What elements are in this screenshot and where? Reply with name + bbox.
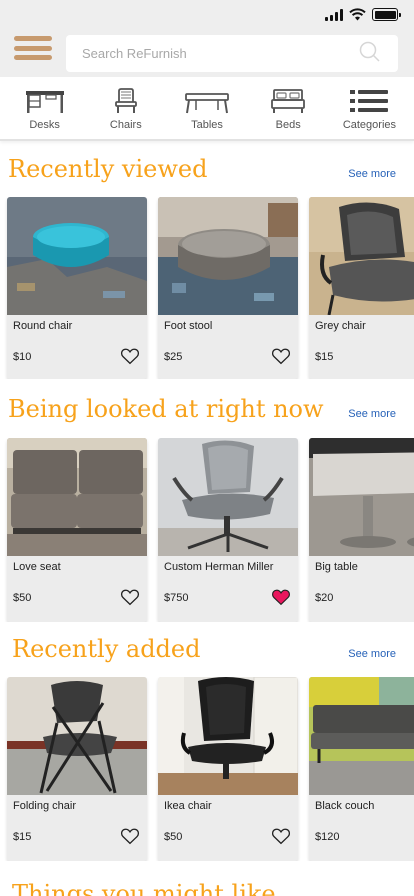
bed-icon — [271, 89, 306, 113]
heart-icon[interactable] — [271, 347, 291, 365]
product-photo — [309, 438, 414, 556]
product-photo — [158, 677, 298, 795]
cellular-signal-icon — [325, 8, 343, 21]
product-name: Foot stool — [164, 320, 213, 332]
product-name: Grey chair — [315, 320, 366, 332]
category-desks[interactable]: Desks — [4, 77, 85, 139]
product-card[interactable]: Foot stool $25 — [158, 197, 298, 379]
category-label: Categories — [342, 119, 397, 131]
chair-icon — [114, 88, 137, 113]
wifi-icon — [349, 8, 366, 21]
menu-icon[interactable] — [14, 36, 52, 60]
category-chairs[interactable]: Chairs — [85, 77, 166, 139]
product-name: Love seat — [13, 561, 61, 573]
see-more-link[interactable]: See more — [348, 168, 396, 180]
product-price: $50 — [13, 592, 32, 604]
product-price: $25 — [164, 351, 183, 363]
desk-icon — [25, 91, 64, 113]
section-title-things-you-might-like: Things you might like — [12, 880, 276, 896]
category-nav: Desks Chairs Tables Beds Categories — [0, 77, 414, 141]
section-title: Recently added — [12, 635, 201, 663]
product-price: $120 — [315, 831, 340, 843]
see-more-link[interactable]: See more — [348, 648, 396, 660]
product-card[interactable]: Ikea chair $50 — [158, 677, 298, 861]
table-icon — [185, 93, 229, 114]
product-name: Folding chair — [13, 800, 76, 812]
heart-icon[interactable] — [120, 827, 140, 845]
section-being-looked-at: Being looked at right now See more Love … — [0, 395, 414, 622]
product-price: $15 — [315, 351, 334, 363]
product-card[interactable]: Black couch $120 — [309, 677, 414, 861]
section-recently-viewed: Recently viewed See more Round chair $10 — [0, 155, 414, 379]
section-title: Recently viewed — [8, 155, 208, 183]
category-label: Tables — [191, 119, 223, 131]
product-card[interactable]: Big table $20 — [309, 438, 414, 622]
product-name: Custom Herman Miller — [164, 561, 274, 573]
category-label: Chairs — [109, 119, 142, 131]
category-beds[interactable]: Beds — [248, 77, 329, 139]
product-card[interactable]: Folding chair $15 — [7, 677, 147, 861]
heart-icon-filled[interactable] — [271, 588, 291, 606]
battery-icon — [372, 8, 401, 21]
status-bar — [0, 0, 414, 30]
product-photo — [309, 677, 414, 795]
product-photo — [7, 197, 147, 315]
category-label: Beds — [275, 119, 301, 131]
search-bar — [66, 35, 398, 72]
product-name: Black couch — [315, 800, 375, 812]
product-price: $15 — [13, 831, 32, 843]
heart-icon[interactable] — [120, 347, 140, 365]
search-input[interactable] — [66, 35, 346, 72]
search-icon[interactable] — [358, 40, 382, 64]
category-tables[interactable]: Tables — [166, 77, 247, 139]
product-card[interactable]: Grey chair $15 — [309, 197, 414, 379]
list-icon — [350, 90, 389, 112]
product-carousel[interactable]: Love seat $50 Custom Herman Miller $750 — [0, 438, 414, 622]
category-label: Desks — [29, 119, 60, 131]
product-price: $10 — [13, 351, 32, 363]
product-price: $50 — [164, 831, 183, 843]
status-icons — [325, 8, 401, 21]
product-photo — [7, 677, 147, 795]
see-more-link[interactable]: See more — [348, 408, 396, 420]
product-card[interactable]: Round chair $10 — [7, 197, 147, 379]
product-price: $750 — [164, 592, 189, 604]
product-card[interactable]: Love seat $50 — [7, 438, 147, 622]
category-all[interactable]: Categories — [329, 77, 410, 139]
product-photo — [7, 438, 147, 556]
product-price: $20 — [315, 592, 334, 604]
product-name: Big table — [315, 561, 358, 573]
app-header — [0, 30, 414, 77]
section-title: Being looked at right now — [8, 395, 324, 423]
product-photo — [158, 197, 298, 315]
product-photo — [309, 197, 414, 315]
product-carousel[interactable]: Round chair $10 Foot stool $25 Grey chai… — [0, 197, 414, 379]
product-card[interactable]: Custom Herman Miller $750 — [158, 438, 298, 622]
product-name: Round chair — [13, 320, 73, 332]
section-recently-added: Recently added See more Folding chair $1… — [0, 635, 414, 861]
product-photo — [158, 438, 298, 556]
heart-icon[interactable] — [271, 827, 291, 845]
product-name: Ikea chair — [164, 800, 212, 812]
product-carousel[interactable]: Folding chair $15 Ikea chair $50 Black c… — [0, 677, 414, 861]
heart-icon[interactable] — [120, 588, 140, 606]
